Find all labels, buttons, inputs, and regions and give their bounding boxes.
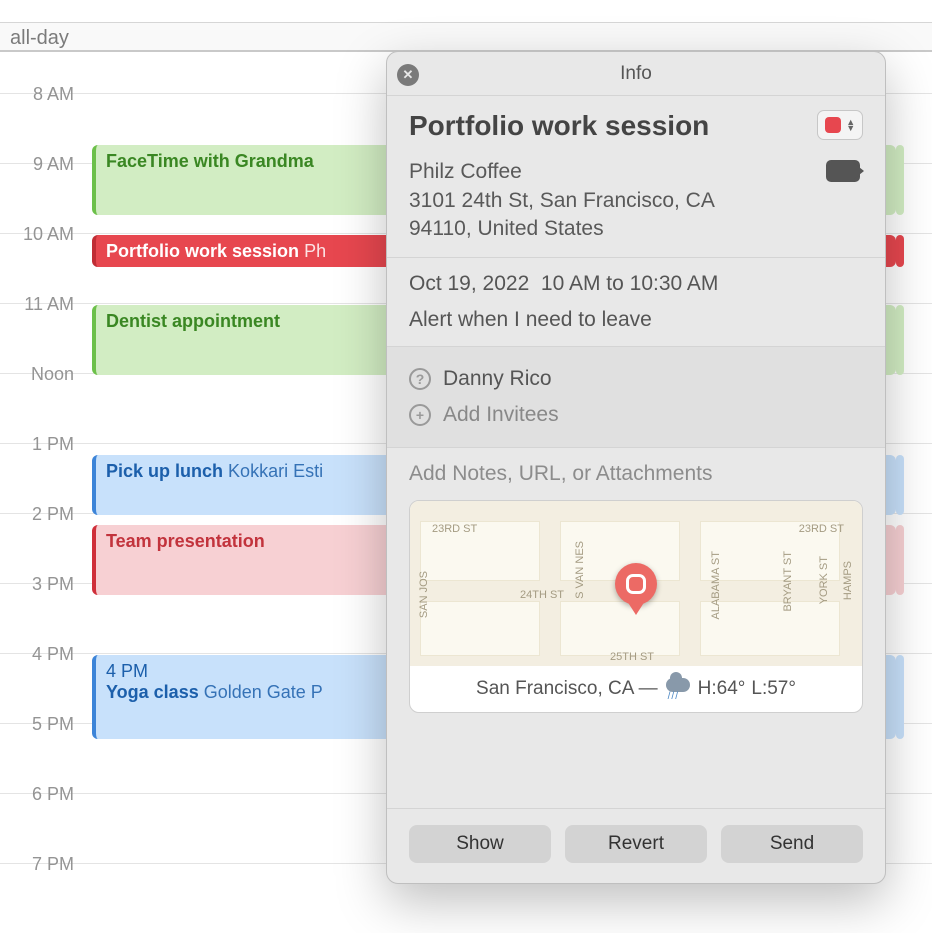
street-label: 23RD ST [799, 523, 844, 535]
event-title: Yoga class [106, 682, 199, 702]
weather-high: H:64° [698, 678, 746, 700]
street-label: 23RD ST [432, 523, 477, 535]
revert-button[interactable]: Revert [565, 825, 707, 863]
event-sliver [896, 525, 904, 595]
hour-label: 6 PM [0, 784, 84, 805]
event-sliver [896, 655, 904, 739]
popover-title: Info [620, 63, 652, 85]
add-invitees-label: Add Invitees [443, 403, 559, 427]
event-title: FaceTime with Grandma [106, 151, 314, 171]
all-day-label: all-day [0, 27, 69, 49]
popover-titlebar: Info [387, 52, 885, 96]
weather-city: San Francisco, CA — [476, 678, 658, 700]
section-invitees: Danny Rico Add Invitees [387, 347, 885, 448]
street-label: 25TH ST [610, 651, 654, 663]
section-title-location: Portfolio work session ▲▼ Philz Coffee 3… [387, 96, 885, 258]
color-swatch-icon [825, 117, 841, 133]
weather-row: San Francisco, CA — /// H:64° L:57° [410, 666, 862, 712]
event-location-input[interactable]: Philz Coffee 3101 24th St, San Francisco… [409, 158, 715, 243]
weather-low: L:57° [751, 678, 796, 700]
hour-label: 2 PM [0, 504, 84, 525]
location-addr: 94110, United States [409, 215, 715, 243]
location-addr: 3101 24th St, San Francisco, CA [409, 187, 715, 215]
popover-button-row: Show Revert Send [387, 809, 885, 883]
hour-label: 10 AM [0, 224, 84, 245]
event-sliver [896, 145, 904, 215]
event-location: Kokkari Esti [228, 461, 323, 481]
event-sliver [896, 455, 904, 515]
street-label: S VAN NES [574, 541, 586, 599]
rain-icon: /// [664, 678, 692, 700]
event-date: Oct 19, 2022 [409, 272, 529, 295]
hour-label: 3 PM [0, 574, 84, 595]
street-label: BRYANT ST [782, 551, 794, 612]
street-label: ALABAMA ST [710, 551, 722, 619]
event-title: Pick up lunch [106, 461, 223, 481]
hour-label: 7 PM [0, 854, 84, 875]
event-sliver [896, 305, 904, 375]
event-datetime[interactable]: Oct 19, 2022 10 AM to 10:30 AM [409, 272, 863, 296]
hour-label: 8 AM [0, 84, 84, 105]
hour-label: 9 AM [0, 154, 84, 175]
event-timerange: 10 AM to 10:30 AM [541, 272, 718, 295]
map-preview[interactable]: 23RD ST 23RD ST 24TH ST 25TH ST SAN JOS … [410, 501, 862, 666]
calendar-color-picker[interactable]: ▲▼ [817, 110, 863, 140]
hour-label: 4 PM [0, 644, 84, 665]
event-title: Team presentation [106, 531, 265, 551]
chevron-up-down-icon: ▲▼ [846, 119, 855, 131]
location-map-card[interactable]: 23RD ST 23RD ST 24TH ST 25TH ST SAN JOS … [409, 500, 863, 713]
invitee-name: Danny Rico [443, 367, 552, 391]
event-alert[interactable]: Alert when I need to leave [409, 308, 863, 332]
all-day-row: all-day [0, 22, 932, 52]
hour-label: Noon [0, 364, 84, 385]
event-sliver [896, 235, 904, 267]
show-button[interactable]: Show [409, 825, 551, 863]
event-location: Golden Gate P [204, 682, 323, 702]
add-invitees-button[interactable]: Add Invitees [409, 397, 863, 433]
section-datetime: Oct 19, 2022 10 AM to 10:30 AM Alert whe… [387, 258, 885, 347]
video-call-icon[interactable] [826, 160, 860, 182]
hour-label: 11 AM [0, 294, 84, 315]
event-info-popover: Info Portfolio work session ▲▼ Philz Cof… [386, 51, 886, 884]
event-title: Portfolio work session [106, 241, 299, 261]
street-label: 24TH ST [520, 589, 564, 601]
status-unknown-icon [409, 368, 431, 390]
event-location: Ph [304, 241, 326, 261]
map-pin-icon [615, 563, 657, 615]
hour-label: 5 PM [0, 714, 84, 735]
location-name: Philz Coffee [409, 158, 715, 186]
street-label: HAMPS [842, 561, 854, 600]
section-notes: Add Notes, URL, or Attachments 23RD ST 2… [387, 448, 885, 809]
street-label: SAN JOS [418, 571, 430, 618]
notes-input[interactable]: Add Notes, URL, or Attachments [409, 462, 863, 486]
street-label: YORK ST [818, 556, 830, 604]
close-icon[interactable] [397, 64, 419, 86]
event-title-input[interactable]: Portfolio work session [409, 110, 709, 142]
event-title: Dentist appointment [106, 311, 280, 331]
plus-icon [409, 404, 431, 426]
invitee-row[interactable]: Danny Rico [409, 361, 863, 397]
send-button[interactable]: Send [721, 825, 863, 863]
hour-label: 1 PM [0, 434, 84, 455]
